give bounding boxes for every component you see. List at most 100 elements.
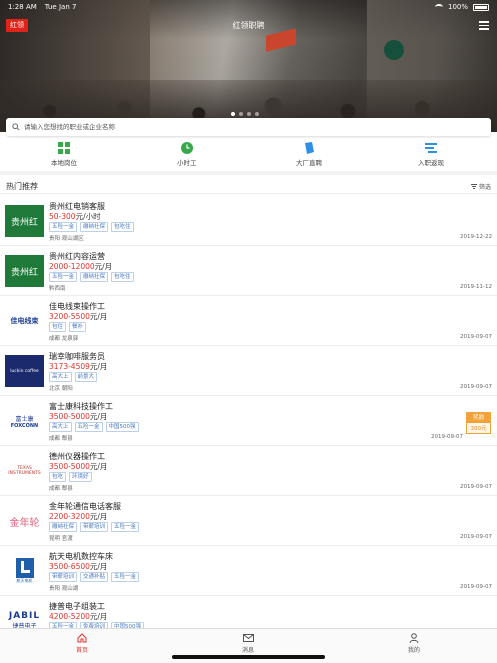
filter-button[interactable]: 筛选 [470, 182, 491, 191]
job-tag: 五险一金 [111, 572, 140, 582]
page-title: 红领职聘 [232, 21, 265, 30]
carousel-dot[interactable] [247, 112, 251, 116]
menu-icon[interactable] [479, 21, 489, 30]
category-big-company[interactable]: 大厂直聘 [296, 142, 322, 167]
carousel-dots [231, 112, 259, 116]
job-tags: 高大上 前景大 [49, 372, 98, 382]
company-logo: TEXAS INSTRUMENTS [8, 466, 41, 476]
job-tag: 包住 [49, 322, 67, 332]
job-location: 贵阳 观山湖 [49, 586, 79, 592]
job-salary: 3500-6500元/月 [49, 562, 108, 571]
section-title: 热门推荐 [6, 182, 38, 191]
job-tags: 缴纳社保 带薪培训 五险一金 [49, 522, 140, 532]
job-location: 贵阳 观山湖区 [49, 236, 84, 242]
tab-profile[interactable]: 我的 [408, 633, 420, 654]
job-location: 昆明 官渡 [49, 536, 73, 542]
job-tag: 包吃住 [111, 222, 134, 232]
filter-label: 筛选 [478, 184, 491, 191]
job-salary: 3200-5500元/月 [49, 312, 108, 321]
company-logo: 贵州红 [5, 205, 44, 237]
job-salary: 3173-4509元/月 [49, 362, 108, 371]
job-date: 2019-09-07 [431, 434, 463, 440]
clock-icon [180, 142, 193, 154]
company-logo: 佳电线束 [10, 317, 39, 325]
section-header: 热门推荐 筛选 [0, 176, 497, 194]
job-date: 2019-09-07 [460, 584, 492, 590]
card-icon [425, 143, 437, 153]
job-card[interactable]: 佳电线束 佳电线束操作工 3200-5500元/月 包住 餐补 成都 龙泉驿 2… [0, 296, 497, 346]
job-tag: 高大上 [49, 372, 72, 382]
job-salary: 2000-12000元/月 [49, 262, 113, 271]
job-salary: 3500-5000元/月 [49, 412, 108, 421]
job-date: 2019-09-07 [460, 384, 492, 390]
job-tags: 五险一金 缴纳社保 包吃住 [49, 222, 134, 232]
job-tag: 交通补贴 [80, 572, 109, 582]
grid-icon [58, 142, 70, 154]
status-date: Tue Jan 7 [44, 3, 77, 11]
category-local-jobs[interactable]: 本地岗位 [51, 142, 77, 167]
top-nav: 红领 红领职聘 [0, 16, 497, 34]
carousel-dot[interactable] [255, 112, 259, 116]
job-date: 2019-09-07 [460, 334, 492, 340]
company-logo: luckin coffee [5, 355, 44, 387]
job-salary: 50-300元/小时 [49, 212, 101, 221]
carousel-dot[interactable] [231, 112, 235, 116]
company-logo: 富士康 FOXCONN [10, 415, 39, 429]
category-label: 入职返现 [418, 159, 444, 167]
tab-home[interactable]: 首页 [76, 633, 88, 654]
section-divider [0, 171, 497, 175]
job-card[interactable]: TEXAS INSTRUMENTS 德州仪器操作工 3500-5000元/月 包… [0, 446, 497, 496]
job-tag: 包吃住 [111, 272, 134, 282]
job-tag: 五险一金 [111, 522, 140, 532]
job-card[interactable]: luckin coffee 瑞幸咖啡服务员 3173-4509元/月 高大上 前… [0, 346, 497, 396]
tab-label: 首页 [76, 647, 89, 654]
search-icon [12, 123, 20, 131]
job-tag: 前景大 [74, 372, 98, 382]
job-card[interactable]: 金年轮 金年轮通信电话客服 2200-3200元/月 缴纳社保 带薪培训 五险一… [0, 496, 497, 546]
job-tag: 带薪培训 [49, 572, 78, 582]
tab-label: 消息 [242, 647, 255, 654]
bonus-value: 300元 [466, 422, 491, 434]
battery-percent: 100% [447, 3, 468, 11]
job-location: 成都 郫县 [49, 436, 73, 442]
mail-icon [242, 634, 254, 642]
job-date: 2019-09-07 [460, 484, 492, 490]
company-logo: 金年轮 [9, 517, 40, 529]
job-tags: 五险一金 缴纳社保 包吃住 [49, 272, 134, 282]
tab-messages[interactable]: 消息 [242, 633, 254, 654]
home-icon [77, 633, 87, 643]
category-hourly[interactable]: 小时工 [177, 142, 197, 167]
job-location: 成都 郫县 [49, 486, 73, 492]
job-date: 2019-12-22 [460, 234, 492, 240]
job-card[interactable]: 贵州红 贵州红电销客服 50-300元/小时 五险一金 缴纳社保 包吃住 贵阳 … [0, 196, 497, 246]
bonus-label: 奖励 [466, 412, 491, 422]
carousel-dot[interactable] [239, 112, 243, 116]
job-location: 黔西南 [49, 286, 66, 292]
category-label: 大厂直聘 [296, 159, 322, 167]
job-tag: 带薪培训 [80, 522, 109, 532]
category-row: 本地岗位 小时工 大厂直聘 入职返现 [0, 138, 497, 170]
job-salary: 4200-5200元/月 [49, 612, 108, 621]
job-card[interactable]: 航天电机 航天电机数控车床 3500-6500元/月 带薪培训 交通补贴 五险一… [0, 546, 497, 596]
job-card[interactable]: JABIL 捷普电子 捷普电子组装工 4200-5200元/月 五险一金 免费培… [0, 596, 497, 632]
job-tag: 高大上 [49, 422, 72, 432]
search-bar[interactable] [6, 118, 491, 136]
job-salary: 2200-3200元/月 [49, 512, 108, 521]
job-tag: 五险一金 [49, 272, 78, 282]
job-card[interactable]: 富士康 FOXCONN 富士康科技操作工 3500-5000元/月 高大上 五险… [0, 396, 497, 446]
search-input[interactable] [24, 123, 464, 131]
job-tag: 五险一金 [74, 422, 103, 432]
job-date: 2019-11-12 [460, 284, 492, 290]
tab-label: 我的 [408, 647, 421, 654]
category-cashback[interactable]: 入职返现 [418, 142, 444, 167]
job-tag: 缴纳社保 [49, 522, 78, 532]
job-tag: 缴纳社保 [80, 222, 109, 232]
job-card[interactable]: 贵州红 贵州红内容运营 2000-12000元/月 五险一金 缴纳社保 包吃住 … [0, 246, 497, 296]
job-tag: 中国500强 [105, 422, 139, 432]
job-tags: 带薪培训 交通补贴 五险一金 [49, 572, 140, 582]
person-icon [409, 633, 419, 643]
job-tag: 缴纳社保 [80, 272, 109, 282]
status-time: 1:28 AM [8, 3, 37, 11]
company-logo: 航天电机 [5, 555, 44, 587]
job-tag: 包吃 [49, 472, 67, 482]
